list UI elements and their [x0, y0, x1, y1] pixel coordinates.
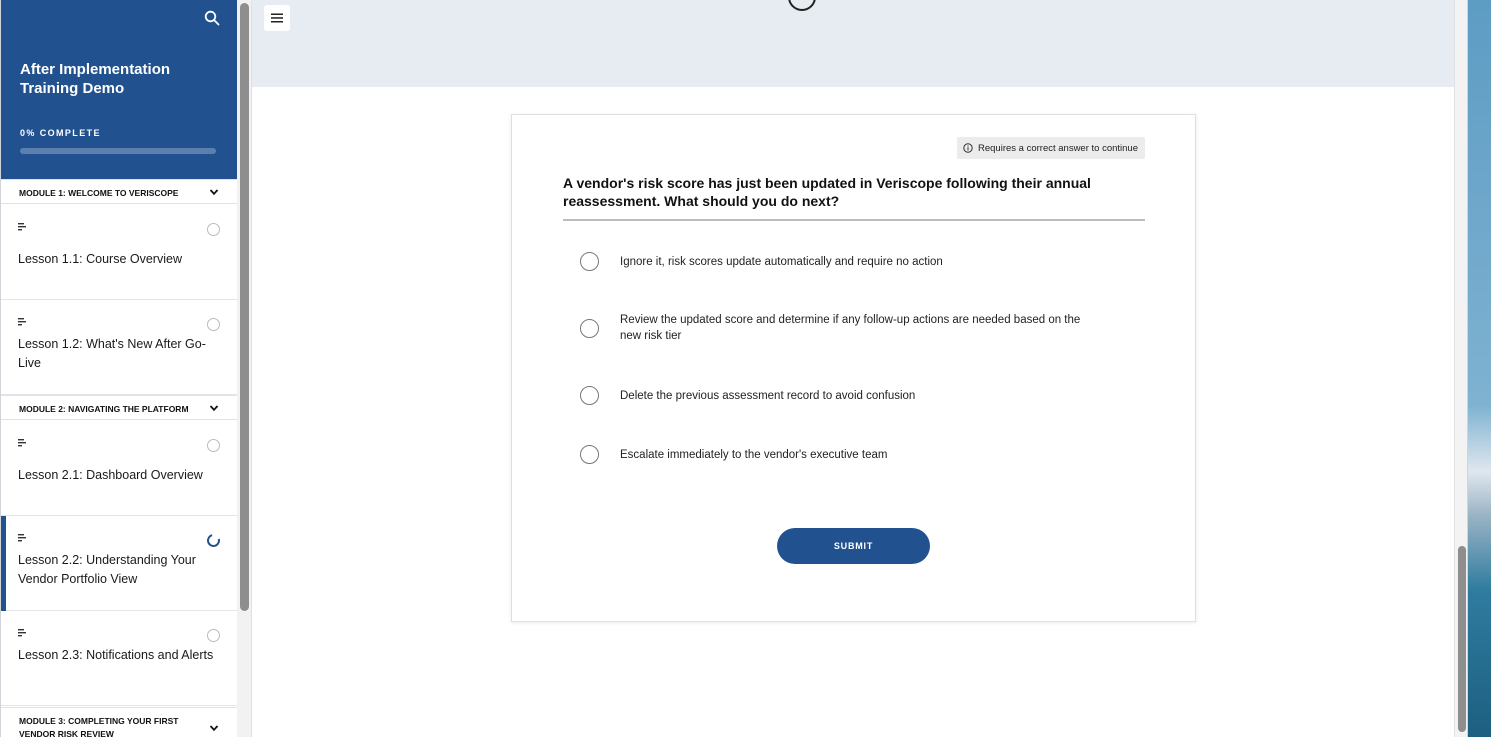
course-sidebar: After Implementation Training Demo 0% CO…: [0, 0, 237, 737]
radio-button[interactable]: [580, 252, 599, 271]
lesson-title: Lesson 1.1: Course Overview: [18, 252, 182, 266]
requirement-badge: Requires a correct answer to continue: [957, 137, 1145, 159]
module-title: MODULE 2: NAVIGATING THE PLATFORM: [19, 404, 189, 414]
question-divider: [563, 219, 1145, 221]
lesson-item-2-1[interactable]: Lesson 2.1: Dashboard Overview: [1, 421, 237, 516]
lesson-content: Requires a correct answer to continue A …: [252, 0, 1454, 737]
radio-button[interactable]: [580, 445, 599, 464]
lesson-status-icon: [207, 318, 220, 331]
chevron-down-icon: [209, 405, 219, 412]
option-text: Escalate immediately to the vendor's exe…: [620, 449, 888, 461]
text-lines-icon: [18, 223, 26, 231]
content-scroll-thumb[interactable]: [1458, 546, 1466, 732]
sidebar-scrollbar[interactable]: [237, 0, 252, 737]
lesson-item-1-2[interactable]: Lesson 1.2: What's New After Go-Live: [1, 300, 237, 395]
module-header-3[interactable]: MODULE 3: COMPLETING YOUR FIRST VENDOR R…: [1, 707, 237, 737]
lesson-item-2-3[interactable]: Lesson 2.3: Notifications and Alerts: [1, 611, 237, 706]
content-scrollbar[interactable]: [1454, 0, 1467, 737]
chevron-down-icon: [209, 725, 219, 732]
knowledge-check-card: Requires a correct answer to continue A …: [511, 114, 1196, 622]
lesson-title: Lesson 1.2: What's New After Go-Live: [18, 337, 206, 370]
lesson-title: Lesson 2.3: Notifications and Alerts: [18, 648, 214, 662]
lesson-item-1-1[interactable]: Lesson 1.1: Course Overview: [1, 205, 237, 300]
module-header-2[interactable]: MODULE 2: NAVIGATING THE PLATFORM: [1, 395, 237, 420]
module-header-1[interactable]: MODULE 1: WELCOME TO VERISCOPE: [1, 179, 237, 204]
lesson-header-circle-icon: [788, 0, 816, 11]
info-icon: [963, 143, 973, 153]
screen: After Implementation Training Demo 0% CO…: [0, 0, 1491, 737]
lesson-title: Lesson 2.1: Dashboard Overview: [18, 468, 203, 482]
option-text: Review the updated score and determine i…: [620, 314, 1081, 342]
progress-label: 0% COMPLETE: [20, 128, 101, 138]
submit-button[interactable]: SUBMIT: [777, 528, 930, 564]
text-lines-icon: [18, 534, 26, 542]
chevron-down-icon: [209, 189, 219, 196]
text-lines-icon: [18, 439, 26, 447]
option-text: Ignore it, risk scores update automatica…: [620, 256, 943, 268]
search-icon[interactable]: [204, 10, 220, 26]
lesson-item-2-2[interactable]: Lesson 2.2: Understanding Your Vendor Po…: [1, 516, 237, 611]
menu-toggle-button[interactable]: [264, 5, 290, 31]
lesson-in-progress-icon: [204, 531, 223, 550]
sidebar-header: After Implementation Training Demo 0% CO…: [1, 0, 237, 180]
text-lines-icon: [18, 629, 26, 637]
course-title: After Implementation Training Demo: [20, 61, 171, 97]
requirement-text: Requires a correct answer to continue: [978, 142, 1138, 154]
hamburger-menu-icon: [271, 13, 283, 23]
browser-window: After Implementation Training Demo 0% CO…: [0, 0, 1468, 737]
lesson-status-icon: [207, 629, 220, 642]
sidebar-scroll-thumb[interactable]: [240, 3, 249, 611]
lesson-status-icon: [207, 439, 220, 452]
desktop-background: [1468, 0, 1491, 737]
radio-button[interactable]: [580, 386, 599, 405]
module-title: MODULE 3: COMPLETING YOUR FIRST VENDOR R…: [19, 716, 179, 737]
option-text: Delete the previous assessment record to…: [620, 390, 916, 402]
radio-button[interactable]: [580, 319, 599, 338]
text-lines-icon: [18, 318, 26, 326]
question-text: A vendor's risk score has just been upda…: [563, 175, 1091, 209]
lesson-title: Lesson 2.2: Understanding Your Vendor Po…: [18, 553, 196, 586]
module-title: MODULE 1: WELCOME TO VERISCOPE: [19, 188, 179, 198]
lesson-status-icon: [207, 223, 220, 236]
progress-bar: [20, 148, 216, 154]
lesson-header-band: [252, 0, 1454, 87]
